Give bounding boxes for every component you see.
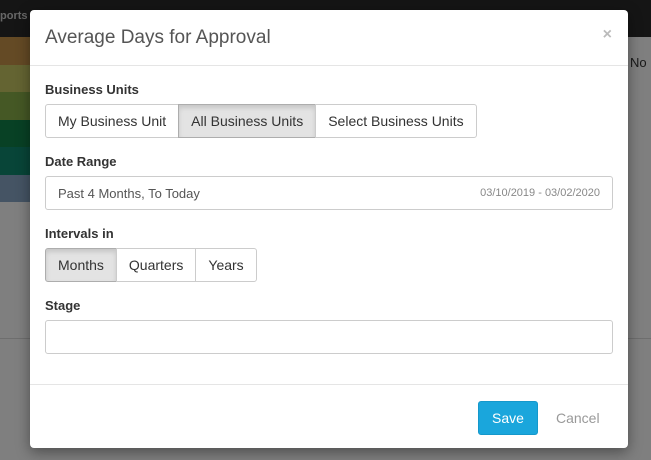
stage-input[interactable]	[45, 320, 613, 354]
intervals-field: Intervals in Months Quarters Years	[45, 226, 613, 282]
all-business-units-button[interactable]: All Business Units	[178, 104, 317, 138]
modal-title: Average Days for Approval	[45, 27, 271, 48]
years-button[interactable]: Years	[195, 248, 257, 282]
date-range-value: Past 4 Months, To Today	[58, 185, 200, 201]
cancel-button[interactable]: Cancel	[542, 401, 614, 435]
months-button[interactable]: Months	[45, 248, 117, 282]
select-business-units-button[interactable]: Select Business Units	[315, 104, 477, 138]
save-button[interactable]: Save	[478, 401, 538, 435]
intervals-toggle: Months Quarters Years	[45, 248, 257, 282]
modal-body: Business Units My Business Unit All Busi…	[30, 66, 628, 354]
business-units-label: Business Units	[45, 82, 139, 97]
date-range-label: Date Range	[45, 154, 117, 169]
stage-label: Stage	[45, 298, 81, 313]
business-units-toggle: My Business Unit All Business Units Sele…	[45, 104, 477, 138]
average-days-modal: Average Days for Approval × Business Uni…	[30, 10, 628, 448]
modal-header: Average Days for Approval ×	[30, 10, 628, 66]
date-range-dates: 03/10/2019 - 03/02/2020	[480, 187, 600, 199]
date-range-field: Date Range Past 4 Months, To Today 03/10…	[45, 154, 613, 210]
my-business-unit-button[interactable]: My Business Unit	[45, 104, 180, 138]
stage-field: Stage	[45, 298, 613, 354]
quarters-button[interactable]: Quarters	[115, 248, 197, 282]
intervals-label: Intervals in	[45, 226, 114, 241]
date-range-input[interactable]: Past 4 Months, To Today 03/10/2019 - 03/…	[45, 176, 613, 210]
modal-footer: Save Cancel	[30, 384, 628, 448]
close-icon[interactable]: ×	[603, 26, 612, 44]
business-units-field: Business Units My Business Unit All Busi…	[45, 82, 613, 138]
